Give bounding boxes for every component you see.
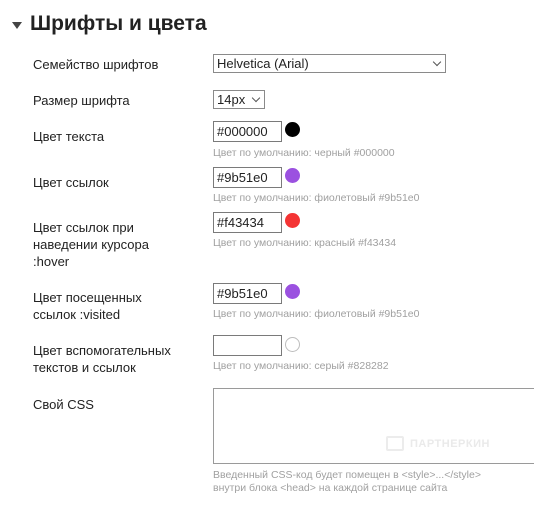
aux-color-input[interactable] bbox=[213, 335, 282, 356]
visited-color-label: Цвет посещенных ссылок :visited bbox=[33, 289, 142, 323]
font-family-value: Helvetica (Arial) bbox=[217, 56, 309, 71]
link-color-hint: Цвет по умолчанию: фиолетовый #9b51e0 bbox=[213, 192, 420, 204]
custom-css-hint: Введенный CSS-код будет помещен в <style… bbox=[213, 469, 481, 495]
custom-css-hint-line: внутри блока <head> на каждой странице с… bbox=[213, 482, 448, 494]
link-color-input[interactable]: #9b51e0 bbox=[213, 167, 282, 188]
font-size-select[interactable]: 14px bbox=[213, 90, 265, 109]
hover-color-swatch[interactable] bbox=[285, 213, 300, 228]
aux-color-hint: Цвет по умолчанию: серый #828282 bbox=[213, 360, 389, 372]
section-title: Шрифты и цвета bbox=[30, 12, 207, 35]
hover-color-label: Цвет ссылок при наведении курсора :hover bbox=[33, 219, 149, 270]
link-color-swatch[interactable] bbox=[285, 168, 300, 183]
custom-css-hint-line: Введенный CSS-код будет помещен в <style… bbox=[213, 469, 481, 481]
text-color-input[interactable]: #000000 bbox=[213, 121, 282, 142]
custom-css-textarea[interactable] bbox=[213, 388, 534, 464]
visited-color-hint: Цвет по умолчанию: фиолетовый #9b51e0 bbox=[213, 308, 420, 320]
hover-color-label-line: наведении курсора bbox=[33, 237, 149, 252]
section-header[interactable]: Шрифты и цвета bbox=[12, 12, 207, 36]
visited-color-input[interactable]: #9b51e0 bbox=[213, 283, 282, 304]
watermark: ПАРТНЕРКИН bbox=[386, 436, 490, 451]
font-size-value: 14px bbox=[217, 92, 246, 107]
font-family-label: Семейство шрифтов bbox=[33, 57, 159, 72]
visited-color-label-line: Цвет посещенных bbox=[33, 290, 142, 305]
chevron-down-icon bbox=[251, 93, 261, 103]
visited-color-swatch[interactable] bbox=[285, 284, 300, 299]
hover-color-input[interactable]: #f43434 bbox=[213, 212, 282, 233]
custom-css-label: Свой CSS bbox=[33, 397, 94, 412]
link-color-label: Цвет ссылок bbox=[33, 175, 109, 190]
font-size-label: Размер шрифта bbox=[33, 93, 130, 108]
aux-color-label-line: текстов и ссылок bbox=[33, 360, 136, 375]
font-family-select[interactable]: Helvetica (Arial) bbox=[213, 54, 446, 73]
hover-color-hint: Цвет по умолчанию: красный #f43434 bbox=[213, 237, 397, 249]
text-color-label: Цвет текста bbox=[33, 129, 105, 144]
watermark-logo-icon bbox=[386, 436, 404, 451]
triangle-down-icon[interactable] bbox=[12, 21, 22, 29]
visited-color-label-line: ссылок :visited bbox=[33, 307, 121, 322]
aux-color-label-line: Цвет вспомогательных bbox=[33, 343, 171, 358]
watermark-text: ПАРТНЕРКИН bbox=[410, 437, 490, 450]
hover-color-label-line: Цвет ссылок при bbox=[33, 220, 134, 235]
text-color-swatch[interactable] bbox=[285, 122, 300, 137]
hover-color-label-line: :hover bbox=[33, 254, 70, 269]
aux-color-label: Цвет вспомогательных текстов и ссылок bbox=[33, 342, 171, 376]
chevron-down-icon bbox=[432, 57, 442, 67]
text-color-hint: Цвет по умолчанию: черный #000000 bbox=[213, 147, 395, 159]
aux-color-swatch[interactable] bbox=[285, 337, 300, 352]
